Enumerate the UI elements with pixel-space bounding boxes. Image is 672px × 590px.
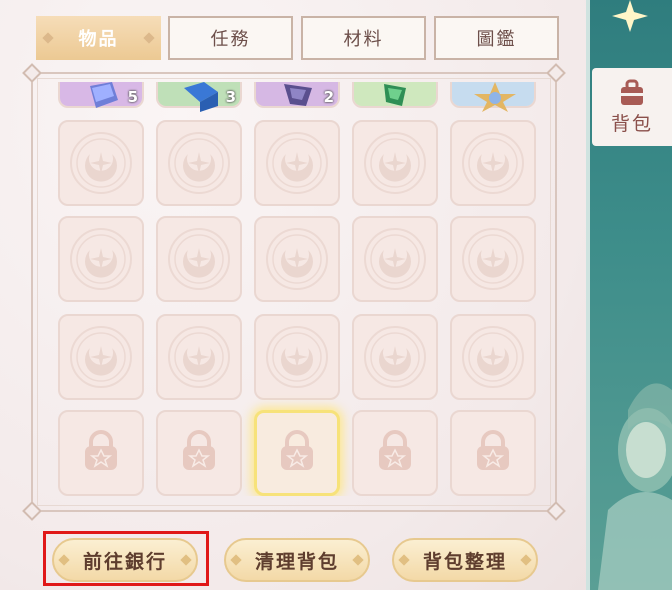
panel-divider (586, 0, 590, 590)
highlight-box (43, 531, 209, 586)
sparkle-icon (612, 0, 648, 32)
moon-emblem-icon (262, 224, 332, 294)
cube-icon (184, 82, 218, 112)
tab-bar: 物品 任務 材料 圖鑑 (36, 16, 561, 60)
button-cap-ornament (520, 554, 532, 566)
moon-emblem-icon (164, 322, 234, 392)
inventory-slot-empty[interactable] (254, 120, 340, 206)
lock-icon (471, 429, 515, 477)
lock-icon (177, 429, 221, 477)
inventory-slot-empty[interactable] (352, 314, 438, 400)
clear-backpack-button[interactable]: 清理背包 (224, 538, 370, 582)
inventory-slot-item[interactable]: 2 (254, 82, 340, 108)
inventory-slot-locked[interactable] (450, 410, 536, 496)
moon-emblem-icon (66, 224, 136, 294)
button-label: 清理背包 (254, 550, 339, 573)
inventory-slot-empty[interactable] (58, 216, 144, 302)
inventory-slot-empty[interactable] (450, 314, 536, 400)
star-ornament-icon (474, 82, 516, 112)
sort-backpack-button[interactable]: 背包整理 (392, 538, 538, 582)
backpack-label: 背包 (610, 112, 653, 135)
lock-icon (275, 429, 319, 477)
moon-emblem-icon (360, 224, 430, 294)
tab-label: 圖鑑 (476, 29, 517, 50)
inventory-grid: 5 3 2 (36, 82, 552, 496)
emerald-icon (384, 84, 406, 106)
character-illustration (598, 383, 672, 590)
moon-emblem-icon (262, 322, 332, 392)
moon-emblem-icon (164, 224, 234, 294)
inventory-slot-empty[interactable] (450, 120, 536, 206)
tab-materials[interactable]: 材料 (301, 16, 426, 60)
item-count: 2 (323, 88, 334, 106)
inventory-slot-empty[interactable] (352, 216, 438, 302)
inventory-slot-empty[interactable] (156, 216, 242, 302)
moon-emblem-icon (164, 128, 234, 198)
moon-emblem-icon (360, 322, 430, 392)
button-cap-ornament (398, 554, 410, 566)
tab-quests[interactable]: 任務 (168, 16, 293, 60)
inventory-slot-locked[interactable] (58, 410, 144, 496)
tab-label: 材料 (343, 29, 384, 50)
tab-label: 任務 (210, 29, 251, 50)
button-cap-ornament (230, 554, 242, 566)
inventory-slot-empty[interactable] (156, 120, 242, 206)
moon-emblem-icon (66, 128, 136, 198)
moon-emblem-icon (66, 322, 136, 392)
backpack-icon (621, 79, 643, 105)
crystal-icon (90, 82, 118, 108)
inventory-slot-empty[interactable] (352, 120, 438, 206)
item-count: 5 (127, 88, 138, 106)
lock-icon (79, 429, 123, 477)
inventory-slot-item[interactable] (450, 82, 536, 112)
tab-items[interactable]: 物品 (36, 16, 161, 60)
item-count: 3 (225, 88, 236, 106)
moon-emblem-icon (262, 128, 332, 198)
moon-emblem-icon (360, 128, 430, 198)
inventory-slot-empty[interactable] (254, 216, 340, 302)
inventory-slot-empty[interactable] (156, 314, 242, 400)
inventory-slot-empty[interactable] (254, 314, 340, 400)
moon-emblem-icon (458, 322, 528, 392)
button-label: 背包整理 (422, 550, 507, 573)
inventory-slot-locked[interactable] (156, 410, 242, 496)
tab-diamond-icon (143, 32, 155, 44)
inventory-slot-locked[interactable] (352, 410, 438, 496)
inventory-slot-empty[interactable] (450, 216, 536, 302)
tab-label: 物品 (78, 29, 119, 50)
lock-icon (373, 429, 417, 477)
moon-emblem-icon (458, 128, 528, 198)
backpack-side-button[interactable]: 背包 (592, 68, 672, 146)
moon-emblem-icon (458, 224, 528, 294)
inventory-slot-empty[interactable] (58, 120, 144, 206)
gem-icon (284, 84, 312, 106)
inventory-slot-item[interactable] (352, 82, 438, 108)
inventory-slot-locked-selected[interactable] (254, 410, 340, 496)
inventory-slot-item[interactable]: 3 (156, 82, 242, 112)
inventory-slot-item[interactable]: 5 (58, 82, 144, 108)
tab-codex[interactable]: 圖鑑 (434, 16, 559, 60)
inventory-slot-empty[interactable] (58, 314, 144, 400)
button-cap-ornament (352, 554, 364, 566)
tab-diamond-icon (42, 32, 54, 44)
